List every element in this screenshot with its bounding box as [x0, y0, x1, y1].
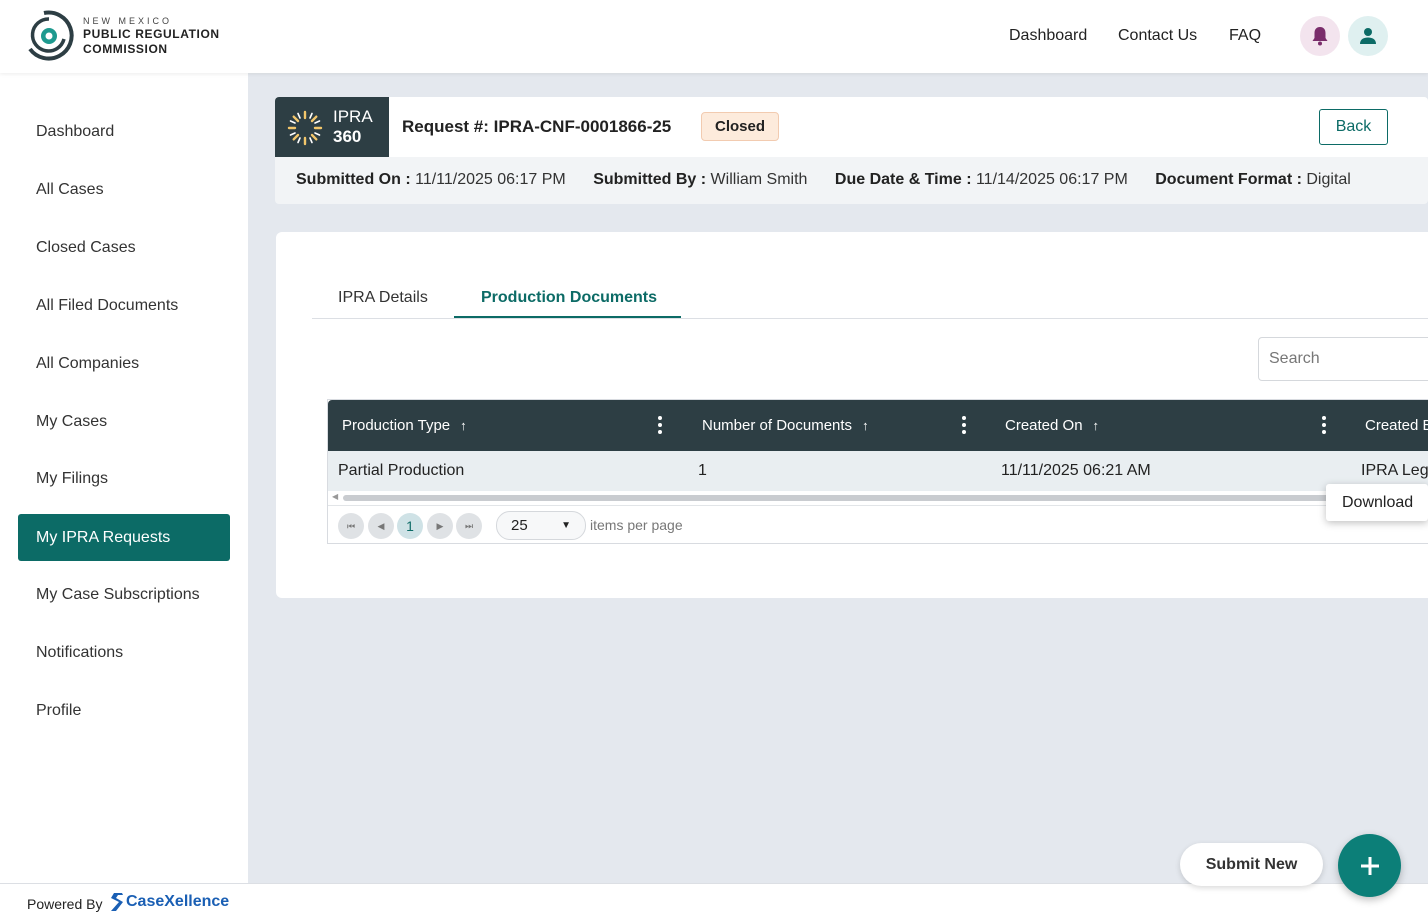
sidebar-item-all-filed-documents[interactable]: All Filed Documents — [18, 282, 230, 329]
back-button[interactable]: Back — [1319, 109, 1388, 145]
submitted-by-value: William Smith — [710, 171, 808, 188]
sunburst-icon — [287, 110, 323, 146]
column-header-production-type[interactable]: Production Type ↑ — [342, 417, 467, 434]
horizontal-scrollbar[interactable] — [343, 495, 1363, 501]
column-header-number-of-documents[interactable]: Number of Documents ↑ — [702, 417, 869, 434]
tab-ipra-details[interactable]: IPRA Details — [338, 289, 428, 307]
due-date-label: Due Date & Time : — [834, 171, 972, 188]
badge-line2: 360 — [333, 127, 362, 146]
sidebar-item-my-filings[interactable]: My Filings — [18, 455, 230, 502]
ipra-360-badge: IPRA 360 — [275, 97, 389, 157]
sidebar-item-closed-cases[interactable]: Closed Cases — [18, 224, 230, 271]
sidebar-item-all-cases[interactable]: All Cases — [18, 166, 230, 213]
sidebar-item-notifications[interactable]: Notifications — [18, 629, 230, 676]
first-page-icon[interactable]: ⏮ — [338, 513, 364, 539]
sort-arrow-icon: ↑ — [460, 418, 467, 433]
top-bar: NEW MEXICO PUBLIC REGULATION COMMISSION … — [0, 0, 1428, 73]
request-header-card: IPRA 360 Request #: IPRA-CNF-0001866-25 … — [275, 97, 1428, 204]
plus-icon — [1360, 856, 1379, 875]
casexellence-logo[interactable]: CaseXellence — [110, 892, 229, 912]
user-menu-button[interactable] — [1348, 16, 1388, 56]
sort-arrow-icon: ↑ — [1092, 418, 1100, 433]
page-number-button[interactable]: 1 — [397, 513, 423, 539]
submit-new-label[interactable]: Submit New — [1180, 843, 1323, 886]
casexellence-logo-icon — [111, 893, 123, 911]
tab-production-documents[interactable]: Production Documents — [481, 289, 657, 307]
sidebar-item-my-cases[interactable]: My Cases — [18, 398, 230, 445]
nav-dashboard-link[interactable]: Dashboard — [1009, 27, 1087, 45]
column-menu-icon[interactable] — [658, 416, 662, 434]
tab-divider — [312, 318, 1428, 319]
request-header-top: IPRA 360 Request #: IPRA-CNF-0001866-25 … — [275, 97, 1428, 157]
footer: Powered By CaseXellence — [0, 883, 1428, 923]
page-size-select[interactable]: 25 ▼ — [496, 511, 586, 540]
sidebar-item-profile[interactable]: Profile — [18, 687, 230, 734]
sidebar-item-dashboard[interactable]: Dashboard — [18, 108, 230, 155]
submitted-on-label: Submitted On : — [296, 171, 411, 188]
notifications-button[interactable] — [1300, 16, 1340, 56]
column-header-created-by[interactable]: Created B — [1365, 417, 1428, 434]
sidebar: Dashboard All Cases Closed Cases All Fil… — [0, 73, 248, 883]
cell-created-on: 11/11/2025 06:21 AM — [1001, 462, 1151, 479]
logo-title-line1: PUBLIC REGULATION — [83, 27, 220, 41]
brand-name: CaseXellence — [126, 893, 230, 910]
scroll-left-arrow-icon[interactable]: ◀ — [332, 492, 338, 501]
download-menu-item[interactable]: Download — [1326, 484, 1428, 521]
logo-title-line2: COMMISSION — [83, 42, 168, 56]
bell-icon — [1312, 27, 1328, 46]
powered-by-label: Powered By — [27, 896, 103, 912]
submitted-on-value: 11/11/2025 06:17 PM — [415, 171, 566, 188]
nav-faq-link[interactable]: FAQ — [1229, 27, 1261, 45]
column-header-created-on[interactable]: Created On ↑ — [1005, 417, 1099, 434]
page-size-value: 25 — [511, 517, 528, 534]
column-menu-icon[interactable] — [1322, 416, 1326, 434]
cell-number-of-documents: 1 — [698, 462, 707, 479]
table-row[interactable]: Partial Production 1 11/11/2025 06:21 AM… — [328, 451, 1428, 491]
sidebar-item-my-case-subscriptions[interactable]: My Case Subscriptions — [18, 571, 230, 618]
logo-subtitle: NEW MEXICO — [83, 16, 173, 26]
items-per-page-label: items per page — [590, 517, 683, 533]
next-page-icon[interactable]: ▶ — [427, 513, 453, 539]
column-menu-icon[interactable] — [962, 416, 966, 434]
pager: ⏮ ◀ 1 ▶ ⏭ 25 ▼ items per page — [328, 505, 1428, 545]
production-documents-panel: IPRA Details Production Documents Search… — [276, 232, 1428, 598]
sidebar-item-all-companies[interactable]: All Companies — [18, 340, 230, 387]
last-page-icon[interactable]: ⏭ — [456, 513, 482, 539]
submit-new-button[interactable] — [1338, 834, 1401, 897]
prc-logo-icon — [28, 10, 74, 61]
active-tab-indicator — [454, 316, 681, 318]
document-format-label: Document Format : — [1155, 171, 1302, 188]
request-title: Request #: IPRA-CNF-0001866-25 — [402, 117, 672, 136]
badge-line1: IPRA — [333, 107, 373, 126]
chevron-down-icon: ▼ — [561, 520, 571, 531]
production-documents-grid: Production Type ↑ Number of Documents ↑ Cr… — [327, 399, 1428, 544]
sort-arrow-icon: ↑ — [862, 418, 869, 433]
nav-contact-link[interactable]: Contact Us — [1118, 27, 1197, 45]
prev-page-icon[interactable]: ◀ — [368, 513, 394, 539]
prc-logo[interactable]: NEW MEXICO PUBLIC REGULATION COMMISSION — [24, 9, 224, 65]
sidebar-item-my-ipra-requests[interactable]: My IPRA Requests — [18, 514, 230, 561]
submitted-by-label: Submitted By : — [593, 171, 707, 188]
cell-created-by: IPRA Leg — [1361, 462, 1428, 479]
due-date-value: 11/14/2025 06:17 PM — [975, 171, 1128, 188]
search-input[interactable]: Search — [1258, 337, 1428, 381]
grid-header: Production Type ↑ Number of Documents ↑ Cr… — [328, 400, 1428, 451]
user-icon — [1360, 28, 1376, 44]
request-meta-row: Submitted On : 11/11/2025 06:17 PM Submi… — [296, 171, 1374, 189]
document-format-value: Digital — [1306, 171, 1351, 188]
status-badge: Closed — [701, 112, 780, 141]
cell-production-type: Partial Production — [338, 462, 465, 479]
